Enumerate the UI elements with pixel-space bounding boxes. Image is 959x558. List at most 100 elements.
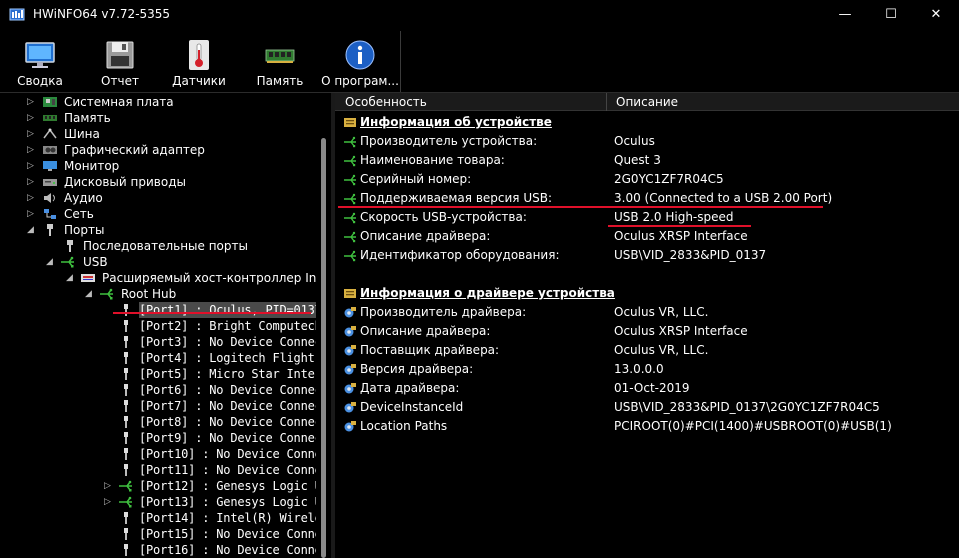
tree-scrollbar-thumb[interactable] bbox=[321, 138, 326, 558]
summary-button[interactable]: Сводка bbox=[10, 31, 70, 92]
tree-item-label: Графический адаптер bbox=[64, 143, 205, 157]
minimize-button[interactable]: — bbox=[822, 0, 868, 30]
driver-gear-icon bbox=[344, 364, 356, 375]
usb-plug-icon bbox=[124, 544, 128, 556]
expand-arrow-icon[interactable]: ▷ bbox=[104, 478, 114, 494]
expand-arrow-icon[interactable]: ▷ bbox=[104, 494, 114, 510]
tree-scrollbar[interactable] bbox=[316, 93, 331, 558]
section-device-info: Информация об устройстве bbox=[335, 113, 959, 132]
collapse-arrow-icon[interactable]: ◢ bbox=[85, 286, 95, 302]
report-button[interactable]: Отчет bbox=[90, 31, 150, 92]
port-label: [Port12] : Genesys Logic USB V bbox=[139, 479, 331, 493]
tree-item-drives[interactable]: ▷ Дисковый приводы bbox=[0, 174, 316, 190]
usb-icon bbox=[61, 256, 74, 268]
memory-button[interactable]: Память bbox=[250, 31, 310, 92]
tree-item-usb-port[interactable]: [Port16] : No Device Connected bbox=[0, 542, 331, 558]
expand-arrow-icon[interactable]: ▷ bbox=[27, 94, 37, 110]
detail-row[interactable]: Location Paths PCIROOT(0)#PCI(1400)#USBRO… bbox=[335, 417, 959, 436]
driver-gear-icon bbox=[344, 402, 356, 413]
column-header-feature[interactable]: Особенность bbox=[345, 95, 427, 109]
tree-item-gpu[interactable]: ▷ Графический адаптер bbox=[0, 142, 316, 158]
expand-arrow-icon[interactable]: ▷ bbox=[27, 158, 37, 174]
tree-item-motherboard[interactable]: ▷ Системная плата bbox=[0, 94, 316, 110]
title-bar: HWiNFO64 v7.72-5355 — ☐ ✕ bbox=[0, 0, 959, 30]
maximize-button[interactable]: ☐ bbox=[868, 0, 914, 30]
port-label: [Port6] : No Device Connected bbox=[139, 383, 331, 397]
network-icon bbox=[44, 209, 56, 219]
tree-item-label: Дисковый приводы bbox=[64, 175, 186, 189]
tree-item-usb-port[interactable]: [Port15] : No Device Connected bbox=[0, 526, 331, 542]
detail-row[interactable]: Идентификатор оборудования: USB\VID_2833&… bbox=[335, 246, 959, 265]
detail-row[interactable]: Описание драйвера: Oculus XRSP Interface bbox=[335, 322, 959, 341]
usb-icon bbox=[344, 212, 356, 224]
tree-item-usb[interactable]: ◢ USB bbox=[0, 254, 316, 270]
tree-item-audio[interactable]: ▷ Аудио bbox=[0, 190, 316, 206]
column-header-description[interactable]: Описание bbox=[616, 95, 678, 109]
port-label: [Port3] : No Device Connected bbox=[139, 335, 331, 349]
tree-item-ports[interactable]: ◢ Порты bbox=[0, 222, 316, 238]
expand-arrow-icon[interactable]: ▷ bbox=[27, 126, 37, 142]
usb-icon bbox=[344, 231, 356, 243]
tree-item-usb-port[interactable]: [Port14] : Intel(R) Wireless Blue bbox=[0, 510, 331, 526]
detail-row[interactable]: Наименование товара: Quest 3 bbox=[335, 151, 959, 170]
tree-item-usb-port[interactable]: [Port10] : No Device Connected bbox=[0, 446, 331, 462]
tree-item-label: Порты bbox=[64, 223, 105, 237]
expand-arrow-icon[interactable]: ▷ bbox=[27, 142, 37, 158]
tree-item-usb-port[interactable]: [Port2] : Bright Computech/MSI bbox=[0, 318, 331, 334]
detail-row[interactable]: Дата драйвера: 01-Oct-2019 bbox=[335, 379, 959, 398]
detail-value: 13.0.0.0 bbox=[614, 362, 664, 376]
detail-row[interactable]: Описание драйвера: Oculus XRSP Interface bbox=[335, 227, 959, 246]
tree-item-label: Аудио bbox=[64, 191, 103, 205]
detail-value: USB\VID_2833&PID_0137\2G0YC1ZF7R04C5 bbox=[614, 400, 880, 414]
tree-item-usb-port[interactable]: [Port3] : No Device Connected bbox=[0, 334, 331, 350]
detail-row[interactable]: Версия драйвера: 13.0.0.0 bbox=[335, 360, 959, 379]
detail-row[interactable]: Поставщик драйвера: Oculus VR, LLC. bbox=[335, 341, 959, 360]
tree-item-network[interactable]: ▷ Сеть bbox=[0, 206, 316, 222]
detail-key: Дата драйвера: bbox=[360, 381, 460, 395]
detail-key: Location Paths bbox=[360, 419, 448, 433]
tree-item-usb-port[interactable]: [Port4] : Logitech Flight System bbox=[0, 350, 331, 366]
tree-item-root-hub[interactable]: ◢ Root Hub bbox=[0, 286, 316, 302]
tree-item-serial-ports[interactable]: Последовательные порты bbox=[0, 238, 316, 254]
usb-plug-icon bbox=[124, 512, 128, 524]
tree-item-host-controller[interactable]: ◢ Расширяемый хост-контроллер Intel( bbox=[0, 270, 331, 286]
expand-arrow-icon[interactable]: ▷ bbox=[27, 110, 37, 126]
detail-row[interactable]: Производитель устройства: Oculus bbox=[335, 132, 959, 151]
tree-item-usb-port[interactable]: [Port9] : No Device Connected bbox=[0, 430, 331, 446]
tree-item-usb-port[interactable]: [Port8] : No Device Connected bbox=[0, 414, 331, 430]
column-divider[interactable] bbox=[606, 93, 607, 111]
sensors-button[interactable]: Датчики bbox=[169, 31, 229, 92]
close-button[interactable]: ✕ bbox=[913, 0, 959, 30]
collapse-arrow-icon[interactable]: ◢ bbox=[46, 254, 56, 270]
detail-key: Поставщик драйвера: bbox=[360, 343, 500, 357]
detail-key: Производитель драйвера: bbox=[360, 305, 527, 319]
tree-item-bus[interactable]: ▷ Шина bbox=[0, 126, 316, 142]
usb-plug-icon bbox=[124, 528, 128, 540]
summary-label: Сводка bbox=[17, 74, 63, 88]
about-button[interactable]: О програм... bbox=[320, 31, 400, 92]
tree-item-label: USB bbox=[83, 255, 108, 269]
detail-value: Quest 3 bbox=[614, 153, 661, 167]
tree-item-usb-port[interactable]: [Port1] : Oculus, PID=0137 bbox=[0, 302, 322, 318]
expand-arrow-icon[interactable]: ▷ bbox=[27, 174, 37, 190]
tree-item-usb-port[interactable]: [Port6] : No Device Connected bbox=[0, 382, 331, 398]
tree-item-monitor[interactable]: ▷ Монитор bbox=[0, 158, 316, 174]
tree-item-usb-port[interactable]: ▷ [Port13] : Genesys Logic USB V bbox=[0, 494, 331, 510]
tree-item-usb-port[interactable]: [Port5] : Micro Star Internationa bbox=[0, 366, 331, 382]
expand-arrow-icon[interactable]: ▷ bbox=[27, 190, 37, 206]
detail-value: 2G0YC1ZF7R04C5 bbox=[614, 172, 724, 186]
collapse-arrow-icon[interactable]: ◢ bbox=[27, 222, 37, 238]
tree-item-label: Сеть bbox=[64, 207, 94, 221]
tree-item-usb-port[interactable]: ▷ [Port12] : Genesys Logic USB V bbox=[0, 478, 331, 494]
tree-item-usb-port[interactable]: [Port11] : No Device Connected bbox=[0, 462, 331, 478]
tree-item-usb-port[interactable]: [Port7] : No Device Connected bbox=[0, 398, 331, 414]
about-label: О програм... bbox=[321, 74, 399, 88]
device-tree[interactable]: ▷ Системная плата ▷ Память ▷ Шина ▷ Граф… bbox=[0, 93, 331, 558]
detail-row[interactable]: DeviceInstanceId USB\VID_2833&PID_0137\2G… bbox=[335, 398, 959, 417]
detail-row[interactable]: Производитель драйвера: Oculus VR, LLC. bbox=[335, 303, 959, 322]
detail-row[interactable]: Серийный номер: 2G0YC1ZF7R04C5 bbox=[335, 170, 959, 189]
collapse-arrow-icon[interactable]: ◢ bbox=[66, 270, 76, 286]
expand-arrow-icon[interactable]: ▷ bbox=[27, 206, 37, 222]
tree-item-memory[interactable]: ▷ Память bbox=[0, 110, 316, 126]
usb-plug-icon bbox=[124, 368, 128, 380]
